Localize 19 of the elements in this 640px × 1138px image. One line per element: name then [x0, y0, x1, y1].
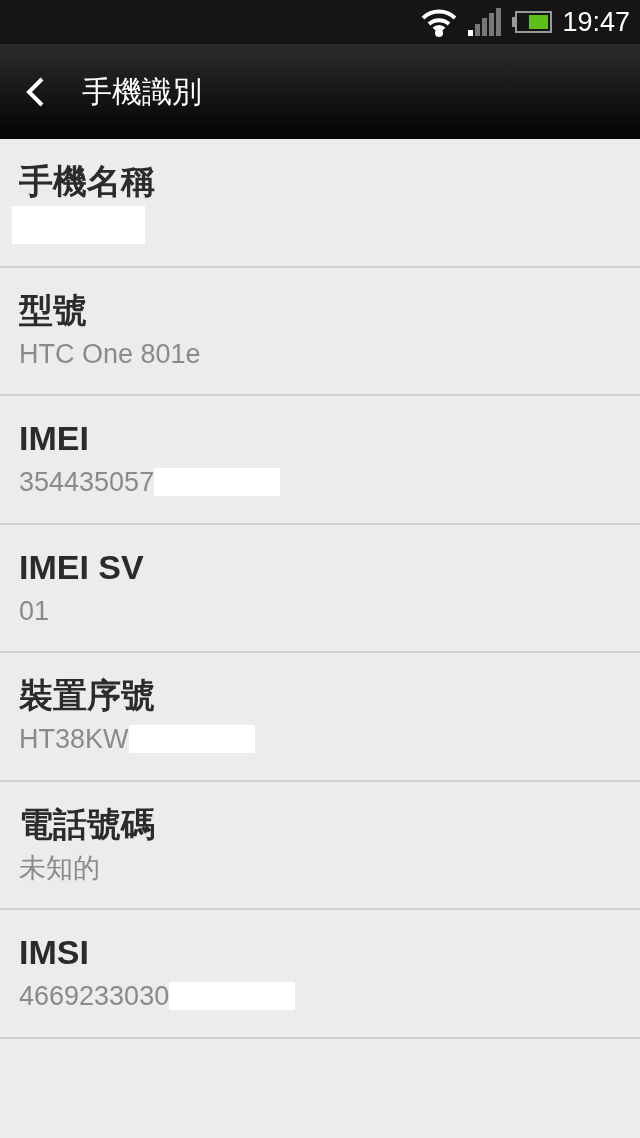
wifi-icon — [420, 7, 459, 37]
setting-value: 354435057 — [19, 466, 155, 500]
setting-label: 裝置序號 — [19, 675, 156, 716]
setting-value: HT38KW — [19, 723, 129, 757]
setting-label: 型號 — [19, 289, 88, 330]
screen-title: 手機識別 — [82, 74, 202, 110]
setting-value: 未知的 — [19, 851, 100, 885]
battery-icon — [512, 11, 553, 33]
setting-label: IMSI — [19, 932, 90, 973]
setting-label: 手機名稱 — [19, 161, 156, 202]
setting-label: IMEI — [19, 418, 90, 459]
setting-value: 4669233030 — [19, 980, 170, 1014]
back-icon — [25, 75, 45, 108]
setting-value: HTC One 801e — [19, 337, 201, 371]
setting-value: 01 — [19, 594, 50, 628]
signal-icon — [468, 8, 503, 36]
setting-label: 電話號碼 — [19, 803, 156, 844]
setting-label: IMEI SV — [19, 546, 145, 587]
clock-time: 19:47 — [562, 5, 630, 39]
